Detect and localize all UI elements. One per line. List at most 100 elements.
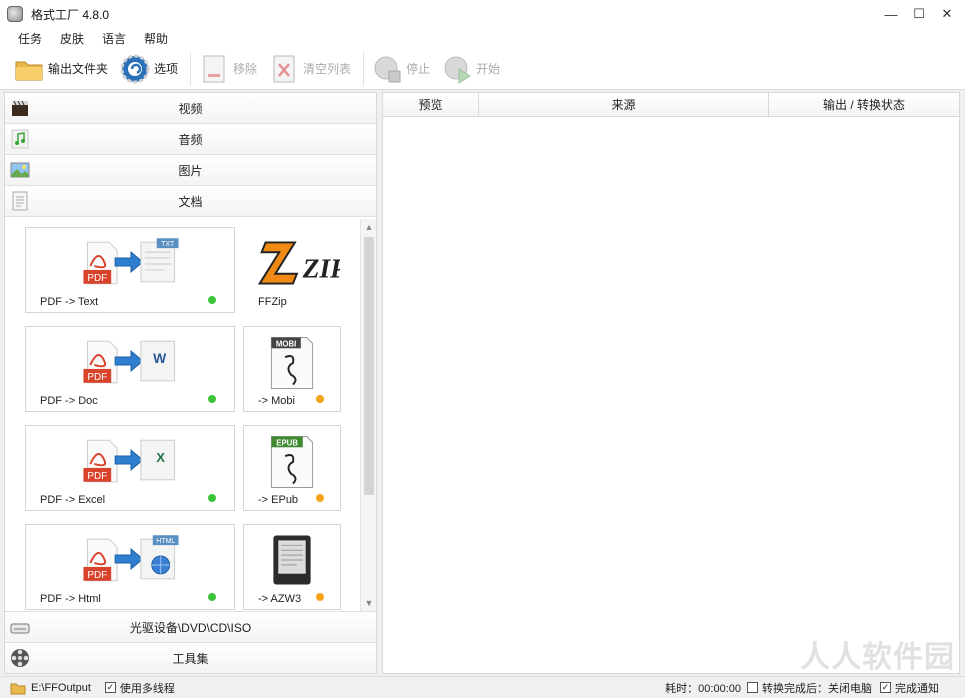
document-tools-grid: PDF TXT PDF -> Text ZIP FFZip PDF W xyxy=(5,219,360,611)
svg-text:PDF: PDF xyxy=(87,372,107,383)
remove-document-icon xyxy=(199,54,229,84)
tiles-scrollbar[interactable]: ▲ ▼ xyxy=(360,219,376,611)
elapsed-time: 耗时：00:00:00 xyxy=(665,682,741,695)
category-document-label: 文档 xyxy=(178,194,203,209)
notify-checkbox[interactable]: ✓ xyxy=(880,682,891,693)
epub-book-icon: EPUB xyxy=(270,436,314,488)
tile-pdf-to-doc[interactable]: PDF W PDF -> Doc xyxy=(25,326,235,412)
category-document[interactable]: 文档 xyxy=(5,186,376,217)
mobi-book-icon: MOBI xyxy=(270,337,314,389)
picture-icon xyxy=(9,159,31,181)
column-output-status[interactable]: 输出 / 转换状态 xyxy=(769,93,959,117)
output-folder-button[interactable]: 输出文件夹 xyxy=(14,53,108,85)
output-path[interactable]: E:\FFOutput xyxy=(10,681,91,695)
after-convert-label: 转换完成后：关闭电脑 xyxy=(762,682,872,695)
close-button[interactable]: ✕ xyxy=(933,0,961,28)
status-dot xyxy=(316,494,324,502)
after-convert-checkbox[interactable] xyxy=(747,682,758,693)
window-title: 格式工厂 4.8.0 xyxy=(31,7,110,22)
tile-pdf-to-excel[interactable]: PDF X PDF -> Excel xyxy=(25,425,235,511)
category-image[interactable]: 图片 xyxy=(5,155,376,186)
options-button[interactable]: 选项 xyxy=(120,53,178,85)
scroll-up-arrow-icon[interactable]: ▲ xyxy=(361,219,377,235)
start-icon xyxy=(442,54,472,84)
tile-label: -> AZW3 xyxy=(258,593,302,605)
watermark: 人人软件园 xyxy=(800,641,955,674)
column-preview[interactable]: 预览 xyxy=(383,93,479,117)
task-list[interactable]: 预览 来源 输出 / 转换状态 xyxy=(382,92,960,674)
category-audio[interactable]: 音频 xyxy=(5,124,376,155)
tile-label: PDF -> Text xyxy=(40,296,99,308)
tile-pdf-to-text[interactable]: PDF TXT PDF -> Text xyxy=(25,227,235,313)
menu-skin[interactable]: 皮肤 xyxy=(60,30,84,47)
folder-icon xyxy=(10,683,26,694)
tile-pdf-to-html[interactable]: PDF HTML PDF -> Html xyxy=(25,524,235,610)
ereader-icon xyxy=(273,535,311,585)
svg-text:PDF: PDF xyxy=(87,570,107,581)
output-path-text: E:\FFOutput xyxy=(31,681,91,694)
svg-text:TXT: TXT xyxy=(161,241,175,248)
notify-option[interactable]: ✓ 完成通知 xyxy=(880,680,939,696)
scrollbar-thumb[interactable] xyxy=(364,237,374,495)
tile-label: PDF -> Html xyxy=(40,593,101,605)
toolbar-separator xyxy=(190,51,192,86)
tile-to-azw3[interactable]: -> AZW3 xyxy=(243,524,341,610)
category-rom-device[interactable]: 光驱设备\DVD\CD\ISO xyxy=(5,611,376,642)
app-logo-icon xyxy=(7,6,23,22)
tile-ffzip[interactable]: ZIP FFZip xyxy=(243,227,341,313)
status-dot xyxy=(208,296,216,304)
tile-label: FFZip xyxy=(258,296,287,308)
tile-label: -> Mobi xyxy=(258,395,295,407)
ffzip-logo-icon: ZIP xyxy=(257,241,340,285)
menu-task[interactable]: 任务 xyxy=(18,30,42,47)
svg-text:PDF: PDF xyxy=(87,471,107,482)
column-source[interactable]: 来源 xyxy=(479,93,769,117)
document-icon xyxy=(9,190,31,212)
start-button[interactable]: 开始 xyxy=(442,53,500,85)
maximize-button[interactable]: ☐ xyxy=(905,0,933,28)
category-toolbox-label: 工具集 xyxy=(172,651,209,666)
svg-text:EPUB: EPUB xyxy=(276,438,298,447)
multithread-option[interactable]: ✓ 使用多线程 xyxy=(104,680,175,696)
stop-icon xyxy=(372,54,402,84)
menu-bar: 任务 皮肤 语言 帮助 xyxy=(0,28,965,48)
menu-language[interactable]: 语言 xyxy=(102,30,126,47)
svg-text:MOBI: MOBI xyxy=(276,339,296,348)
tile-to-mobi[interactable]: MOBI -> Mobi xyxy=(243,326,341,412)
music-note-icon xyxy=(9,128,31,150)
clear-list-icon xyxy=(269,54,299,84)
pdf-to-excel-icon: PDF X xyxy=(83,439,176,483)
options-gear-icon xyxy=(120,54,150,84)
clear-list-button[interactable]: 清空列表 xyxy=(269,53,351,85)
multithread-checkbox[interactable]: ✓ xyxy=(104,682,116,693)
tile-label: -> EPub xyxy=(258,494,299,506)
tile-to-epub[interactable]: EPUB -> EPub xyxy=(243,425,341,511)
status-dot xyxy=(316,395,324,403)
toolbar-separator xyxy=(363,51,365,86)
category-rom-label: 光驱设备\DVD\CD\ISO xyxy=(129,620,252,635)
status-bar: E:\FFOutput ✓ 使用多线程 耗时：00:00:00 转换完成后：关闭… xyxy=(0,676,965,698)
menu-help[interactable]: 帮助 xyxy=(144,30,168,47)
multithread-label: 使用多线程 xyxy=(119,682,175,695)
category-video[interactable]: 视频 xyxy=(5,93,376,124)
film-clapper-icon xyxy=(9,97,31,119)
film-reel-icon xyxy=(9,647,31,669)
disc-drive-icon xyxy=(9,616,31,638)
function-panel: 视频 音频 图片 文档 PDF TXT PDF -> Text ZI FFZip… xyxy=(4,92,377,674)
category-image-label: 图片 xyxy=(178,163,203,178)
category-video-label: 视频 xyxy=(178,101,203,116)
scroll-down-arrow-icon[interactable]: ▼ xyxy=(361,595,377,611)
stop-button[interactable]: 停止 xyxy=(372,53,430,85)
remove-button[interactable]: 移除 xyxy=(199,53,257,85)
minimize-button[interactable]: — xyxy=(877,0,905,28)
tile-label: PDF -> Doc xyxy=(40,395,98,407)
folder-icon xyxy=(14,54,44,84)
pdf-to-text-icon: PDF TXT xyxy=(83,238,179,285)
status-dot xyxy=(208,593,216,601)
after-convert-option[interactable]: 转换完成后：关闭电脑 xyxy=(747,680,872,696)
category-toolbox[interactable]: 工具集 xyxy=(5,642,376,673)
svg-text:HTML: HTML xyxy=(156,538,175,545)
svg-text:ZIP: ZIP xyxy=(302,254,340,284)
svg-text:PDF: PDF xyxy=(87,273,107,284)
pdf-to-html-icon: PDF HTML xyxy=(83,535,179,582)
